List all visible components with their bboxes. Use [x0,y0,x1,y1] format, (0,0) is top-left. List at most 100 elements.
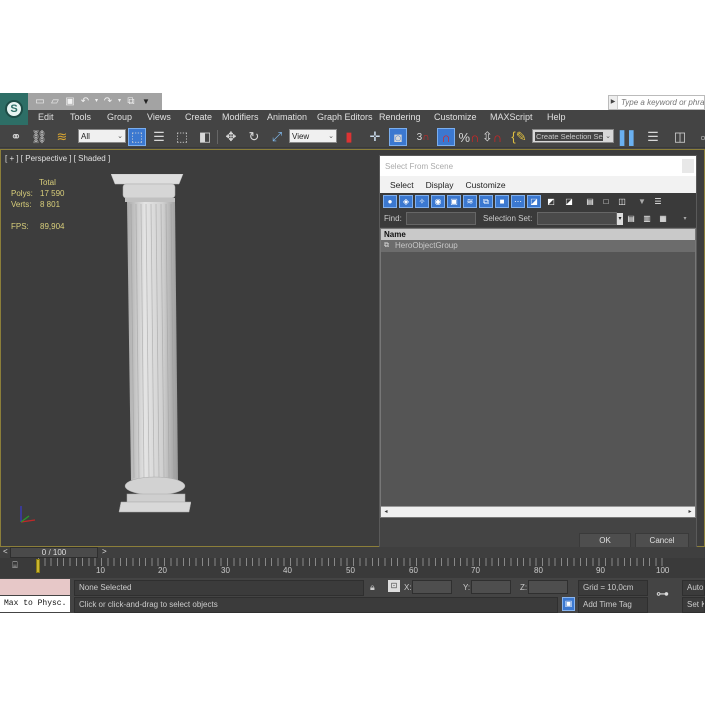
chevron-down-icon[interactable]: ▾ [617,213,623,225]
select-none-icon[interactable]: □ [599,195,613,208]
bind-space-warp-icon[interactable]: ≋ [53,128,71,146]
angle-snap-icon[interactable]: ∩ [437,128,455,146]
select-manipulate-icon[interactable]: ✛ [366,128,384,146]
display-hidden-icon[interactable]: ◪ [562,195,576,208]
link-icon[interactable]: ⚭ [7,128,25,146]
maxscript-mini-listener[interactable]: Max to Physc. [0,596,70,612]
auto-key-button[interactable]: Auto K [682,580,705,596]
keyboard-shortcut-override-icon[interactable]: ◙ [389,128,407,146]
save-icon[interactable]: ▣ [64,96,76,107]
scroll-right-icon[interactable]: ▸ [685,507,695,518]
menu-animation[interactable]: Animation [267,112,307,122]
toggle-ribbon-icon[interactable]: ▫ [694,128,705,146]
snaps-toggle-icon[interactable]: 3 ∩ [414,128,432,146]
remove-selection-set-icon[interactable]: ▥ [640,212,654,225]
select-invert-icon[interactable]: ◫ [615,195,629,208]
display-geometry-icon[interactable]: ● [383,195,397,208]
help-search-input[interactable] [618,98,704,107]
dialog-menu-select[interactable]: Select [390,180,414,190]
display-space-warps-icon[interactable]: ≋ [463,195,477,208]
display-helpers-icon[interactable]: ▣ [447,195,461,208]
display-containers-icon[interactable]: ◪ [527,195,541,208]
select-all-icon[interactable]: ▤ [583,195,597,208]
select-by-name-icon[interactable]: ☰ [150,128,168,146]
display-cameras-icon[interactable]: ◉ [431,195,445,208]
undo-dropdown-icon[interactable]: ▾ [94,96,99,107]
list-item[interactable]: ⧉ HeroObjectGroup [381,240,695,252]
menu-customize[interactable]: Customize [434,112,477,122]
expand-options-icon[interactable]: ▾ [678,212,692,225]
pivot-center-icon[interactable]: ▮ [340,128,358,146]
find-input[interactable] [406,212,476,225]
project-icon[interactable]: ⧉ [125,96,137,107]
filter-options-icon[interactable]: ☰ [651,195,665,208]
spinner-snap-icon[interactable]: ⇳ ∩ [482,128,502,146]
set-key-button[interactable]: Set K [682,597,705,613]
curve-editor-mini-icon[interactable]: ⌸ [8,560,22,574]
display-groups-icon[interactable]: ⧉ [479,195,493,208]
new-file-icon[interactable]: ▭ [34,96,46,107]
display-lights-icon[interactable]: ✧ [415,195,429,208]
selection-set-dropdown[interactable] [537,212,617,225]
application-button[interactable]: S [0,93,28,125]
y-coordinate-input[interactable] [471,580,511,594]
add-time-tag-button[interactable]: Add Time Tag [578,597,648,613]
maxscript-listener-output[interactable] [0,579,70,595]
menu-modifiers[interactable]: Modifiers [222,112,259,122]
rectangular-selection-icon[interactable]: ⬚ [173,128,191,146]
expand-arrow-icon[interactable]: ▶ [609,96,618,109]
dialog-menu-customize[interactable]: Customize [466,180,506,190]
absolute-mode-transform-icon[interactable]: ⊡ [388,580,400,592]
menu-edit[interactable]: Edit [38,112,54,122]
x-coordinate-input[interactable] [412,580,452,594]
menu-rendering[interactable]: Rendering [379,112,421,122]
dialog-menu-display[interactable]: Display [426,180,454,190]
reference-coordinate-dropdown[interactable]: View ⌄ [289,129,337,143]
redo-dropdown-icon[interactable]: ▾ [117,96,122,107]
named-selection-dropdown[interactable]: Create Selection Se ⌄ [532,129,614,143]
ionic-column-model[interactable] [111,174,191,526]
z-coordinate-input[interactable] [528,580,568,594]
move-icon[interactable]: ✥ [222,128,240,146]
scale-icon[interactable]: ⤢ [268,128,286,146]
open-folder-icon[interactable]: ▱ [49,96,61,107]
display-frozen-icon[interactable]: ◩ [544,195,558,208]
menu-tools[interactable]: Tools [70,112,91,122]
selection-filter-dropdown[interactable]: All ⌄ [78,129,126,143]
track-bar[interactable]: ⌸ 10 20 30 40 50 60 70 80 90 100 [0,558,705,578]
scene-object-list[interactable]: Name ⧉ HeroObjectGroup ◂ ▸ [380,228,696,518]
rotate-icon[interactable]: ↻ [245,128,263,146]
close-button[interactable] [682,159,694,173]
menu-group[interactable]: Group [107,112,132,122]
window-crossing-icon[interactable]: ◧ [196,128,214,146]
redo-icon[interactable]: ↷ [102,96,114,107]
customize-quick-access-icon[interactable]: ▼ [140,96,152,107]
percent-snap-icon[interactable]: % ∩ [459,128,480,146]
menu-help[interactable]: Help [547,112,566,122]
create-selection-set-icon[interactable]: ▤ [624,212,638,225]
edit-named-selection-icon[interactable]: {✎ [510,128,528,146]
time-slider-thumb[interactable]: 0 / 100 [10,547,98,558]
display-xrefs-icon[interactable]: ■ [495,195,509,208]
mirror-icon[interactable]: ▌▌ [620,128,638,146]
select-object-icon[interactable]: ⬚ [128,128,146,146]
scroll-left-icon[interactable]: ◂ [381,507,391,518]
undo-icon[interactable]: ↶ [79,96,91,107]
next-frame-icon[interactable]: > [102,547,107,556]
time-slider[interactable]: < 0 / 100 > [0,547,705,558]
layer-explorer-icon[interactable]: ◫ [671,128,689,146]
viewport-label[interactable]: [ + ] [ Perspective ] [ Shaded ] [5,154,110,163]
display-shapes-icon[interactable]: ◈ [399,195,413,208]
previous-frame-icon[interactable]: < [3,547,8,556]
key-icon[interactable]: ⊶ [656,586,669,602]
filter-icon[interactable]: ▼ [635,195,649,208]
add-to-selection-set-icon[interactable]: ▦ [656,212,670,225]
dialog-title-bar[interactable]: Select From Scene [380,156,696,176]
display-bones-icon[interactable]: ⋯ [511,195,525,208]
time-tag-icon[interactable]: ▣ [562,597,575,611]
lock-icon[interactable]: 🔒︎ [370,582,375,593]
unlink-icon[interactable]: ⛓ [30,128,48,146]
menu-maxscript[interactable]: MAXScript [490,112,533,122]
menu-create[interactable]: Create [185,112,212,122]
column-header-name[interactable]: Name [381,229,695,240]
